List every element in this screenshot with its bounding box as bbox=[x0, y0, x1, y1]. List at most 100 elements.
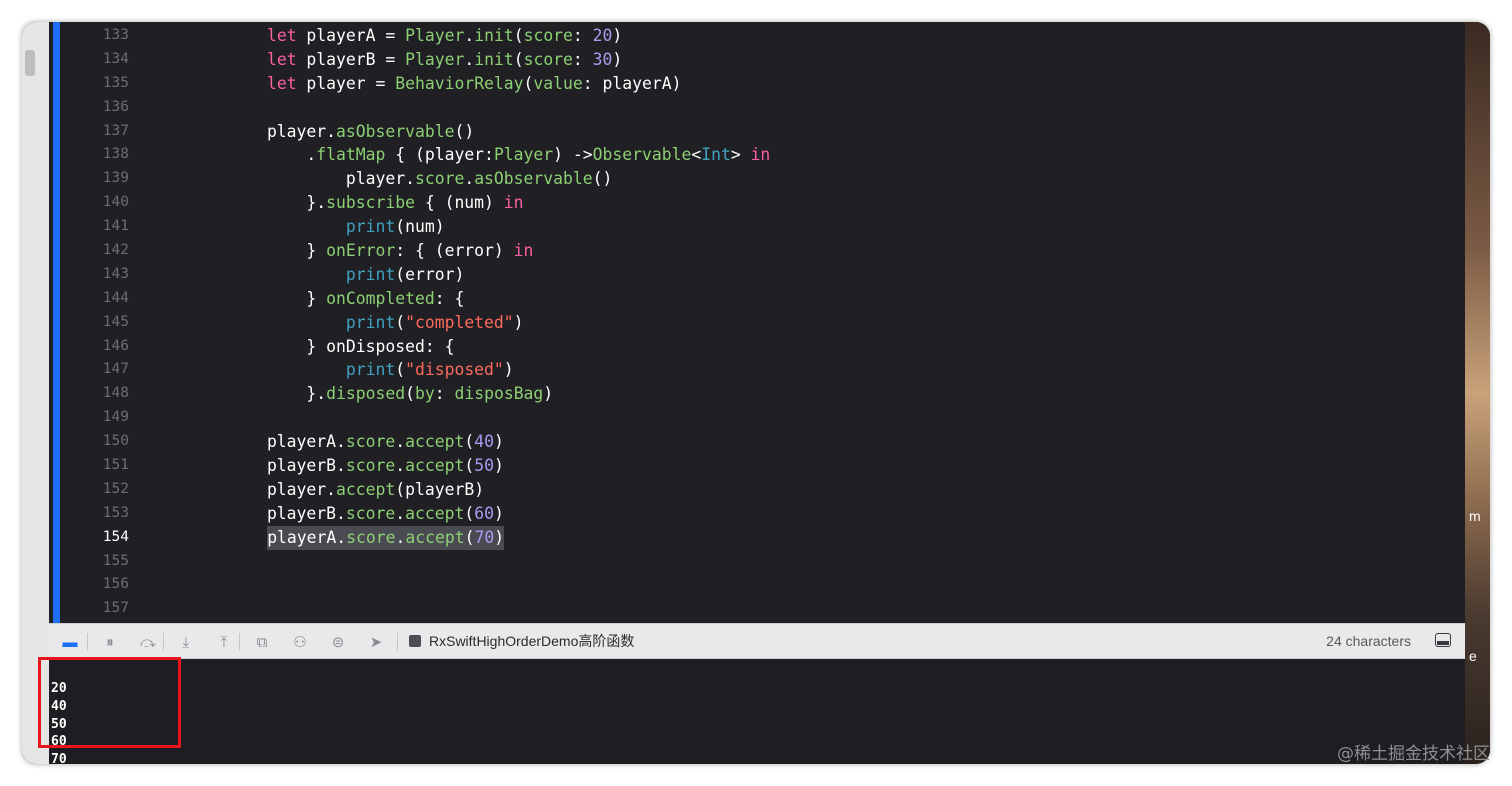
step-into-icon[interactable]: ⤓ bbox=[177, 633, 195, 651]
line-number: 157 bbox=[102, 600, 129, 617]
line-number: 137 bbox=[102, 122, 129, 139]
step-over-icon[interactable]: ⤼ bbox=[139, 633, 157, 651]
code-line[interactable]: 133 let playerA = Player.init(score: 20) bbox=[49, 24, 1465, 48]
line-number: 152 bbox=[102, 480, 129, 497]
code-text: print(error) bbox=[345, 264, 465, 284]
line-number: 148 bbox=[102, 385, 129, 402]
console-line: 70 bbox=[51, 752, 67, 764]
environment-overrides-icon[interactable]: ⊜ bbox=[329, 633, 347, 651]
line-number: 154 bbox=[102, 528, 129, 545]
line-number: 144 bbox=[102, 289, 129, 306]
line-number: 136 bbox=[102, 98, 129, 115]
source-editor[interactable]: 133 let playerA = Player.init(score: 20)… bbox=[49, 22, 1465, 623]
step-out-icon[interactable]: ⤒ bbox=[215, 633, 233, 651]
background-wallpaper-strip: m e bbox=[1465, 22, 1490, 764]
code-text: print(num) bbox=[345, 217, 445, 237]
character-count: 24 characters bbox=[1326, 633, 1411, 649]
code-line[interactable]: 137 player.asObservable() bbox=[49, 120, 1465, 144]
line-number: 142 bbox=[102, 242, 129, 259]
code-line[interactable]: 135 let player = BehaviorRelay(value: pl… bbox=[49, 72, 1465, 96]
line-number: 145 bbox=[102, 313, 129, 330]
line-number: 139 bbox=[102, 170, 129, 187]
navigator-edge[interactable] bbox=[22, 22, 49, 764]
xcode-window: 133 let playerA = Player.init(score: 20)… bbox=[22, 22, 1490, 764]
code-line[interactable]: 144 } onCompleted: { bbox=[49, 287, 1465, 311]
wallpaper-text-fragment: e bbox=[1469, 648, 1477, 664]
code-line[interactable]: 143 print(error) bbox=[49, 263, 1465, 287]
code-lines: 133 let playerA = Player.init(score: 20)… bbox=[49, 24, 1465, 621]
code-line[interactable]: 152 player.accept(playerB) bbox=[49, 478, 1465, 502]
code-line[interactable]: 156 bbox=[49, 573, 1465, 597]
line-number: 133 bbox=[102, 27, 129, 43]
code-line[interactable]: 157 bbox=[49, 597, 1465, 621]
code-text: } onError: { (error) in bbox=[188, 241, 534, 261]
code-line[interactable]: 140 }.subscribe { (num) in bbox=[49, 191, 1465, 215]
code-line[interactable]: 155 bbox=[49, 550, 1465, 574]
code-line[interactable]: 134 let playerB = Player.init(score: 30) bbox=[49, 48, 1465, 72]
code-text: .flatMap { (player:Player) ->Observable<… bbox=[188, 145, 771, 165]
line-number: 134 bbox=[102, 50, 129, 67]
code-line[interactable]: 138 .flatMap { (player:Player) ->Observa… bbox=[49, 143, 1465, 167]
code-line[interactable]: 148 }.disposed(by: disposBag) bbox=[49, 382, 1465, 406]
simulate-location-icon[interactable]: ➤ bbox=[367, 633, 385, 651]
code-text: player.score.asObservable() bbox=[188, 169, 613, 189]
toolbar-separator bbox=[397, 633, 398, 651]
line-number: 149 bbox=[102, 409, 129, 426]
toolbar-separator bbox=[163, 633, 164, 651]
line-number: 153 bbox=[102, 504, 129, 521]
code-line[interactable]: 142 } onError: { (error) in bbox=[49, 239, 1465, 263]
line-number: 146 bbox=[102, 337, 129, 354]
line-number: 143 bbox=[102, 265, 129, 282]
code-text: player.asObservable() bbox=[188, 121, 475, 141]
console-output[interactable]: 20 40 50 60 70 bbox=[49, 659, 1465, 764]
code-line[interactable]: 146 } onDisposed: { bbox=[49, 335, 1465, 359]
code-text: print("disposed") bbox=[345, 360, 514, 380]
line-number: 156 bbox=[102, 576, 129, 593]
code-text: } onCompleted: { bbox=[188, 288, 465, 308]
code-line[interactable]: 149 bbox=[49, 406, 1465, 430]
line-number: 138 bbox=[102, 146, 129, 163]
line-number: 141 bbox=[102, 218, 129, 235]
selected-code: playerA.score.accept(70) bbox=[267, 525, 505, 550]
navigator-handle[interactable] bbox=[25, 50, 35, 76]
toggle-console-icon[interactable] bbox=[1435, 633, 1451, 647]
line-number: 150 bbox=[102, 433, 129, 450]
code-text: }.subscribe { (num) in bbox=[188, 193, 524, 213]
line-number: 151 bbox=[102, 457, 129, 474]
debug-bar: ▬ ⏸ ⤼ ⤓ ⤒ ⧉ ⚇ ⊜ ➤ RxSwiftHighOrderDemo高阶函数 24 ch… bbox=[49, 623, 1465, 659]
code-line[interactable]: 136 bbox=[49, 96, 1465, 120]
code-line[interactable]: 145 print("completed") bbox=[49, 311, 1465, 335]
line-number: 147 bbox=[102, 361, 129, 378]
pause-icon[interactable]: ⏸ bbox=[101, 633, 119, 651]
code-line[interactable]: 151 playerB.score.accept(50) bbox=[49, 454, 1465, 478]
toolbar-separator bbox=[239, 633, 240, 651]
view-hierarchy-icon[interactable]: ⧉ bbox=[253, 633, 271, 651]
code-text: playerB.score.accept(50) bbox=[188, 456, 504, 476]
line-number: 140 bbox=[102, 194, 129, 211]
code-text: }.disposed(by: disposBag) bbox=[188, 384, 554, 404]
code-text: let playerA = Player.init(score: 20) bbox=[266, 26, 623, 45]
code-text: let playerB = Player.init(score: 30) bbox=[266, 49, 623, 69]
code-line[interactable]: 153 playerB.score.accept(60) bbox=[49, 502, 1465, 526]
line-number: 155 bbox=[102, 552, 129, 569]
breakpoints-toggle-icon[interactable]: ▬ bbox=[61, 633, 79, 651]
code-line[interactable]: 141 print(num) bbox=[49, 215, 1465, 239]
code-text: playerB.score.accept(60) bbox=[188, 503, 504, 523]
toolbar-separator bbox=[87, 633, 88, 651]
code-text: let player = BehaviorRelay(value: player… bbox=[266, 73, 682, 93]
wallpaper-text-fragment: m bbox=[1469, 508, 1481, 524]
code-line[interactable]: 139 player.score.asObservable() bbox=[49, 167, 1465, 191]
code-text: player.accept(playerB) bbox=[188, 479, 485, 499]
scheme-label[interactable]: RxSwiftHighOrderDemo高阶函数 bbox=[429, 624, 634, 658]
line-number: 135 bbox=[102, 74, 129, 91]
code-line[interactable]: 147 print("disposed") bbox=[49, 358, 1465, 382]
code-text: playerA.score.accept(40) bbox=[188, 432, 504, 452]
output-highlight-box bbox=[38, 657, 181, 748]
code-text: } onDisposed: { bbox=[188, 336, 455, 356]
app-icon bbox=[409, 635, 421, 647]
code-line[interactable]: 150 playerA.score.accept(40) bbox=[49, 430, 1465, 454]
code-line[interactable]: 154 playerA.score.accept(70) bbox=[49, 525, 1465, 550]
memory-graph-icon[interactable]: ⚇ bbox=[291, 633, 309, 651]
watermark: @稀土掘金技术社区 bbox=[1337, 744, 1490, 764]
code-text: print("completed") bbox=[345, 312, 524, 332]
